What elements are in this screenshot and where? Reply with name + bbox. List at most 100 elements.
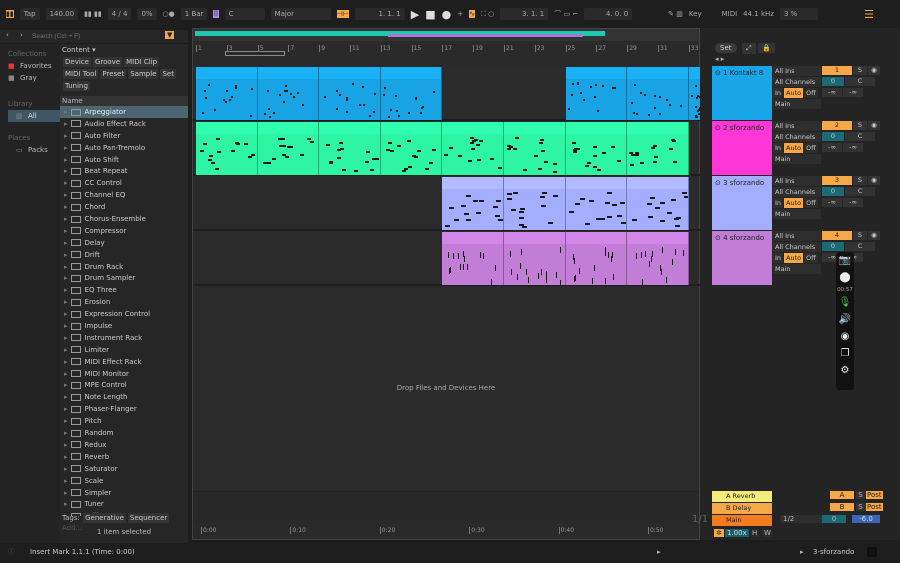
height-button[interactable]: H [750,529,760,537]
content-chip[interactable]: Device [63,57,91,67]
clip-header[interactable] [627,177,688,189]
loop-length-field[interactable]: 4. 0. 0 [584,8,633,20]
browser-item[interactable]: ▸ Arpeggiator [60,106,188,118]
clip-header[interactable] [196,67,257,79]
monitor-in[interactable]: In [773,88,784,98]
solo-button[interactable]: S [856,491,865,499]
browser-item[interactable]: ▸ Chorus-Ensemble [60,213,188,225]
track-name[interactable]: 1 Kontakt 8 [723,69,763,77]
expand-arrow-icon[interactable]: ▸ [64,132,68,140]
scale-select[interactable]: Major [270,8,331,20]
midi-clip[interactable] [196,122,258,175]
monitor-auto[interactable]: Auto [784,88,804,98]
clip-header[interactable] [380,122,442,134]
monitor-in[interactable]: In [773,253,784,263]
zoom-icon[interactable]: ✲ [714,529,724,537]
clip-header[interactable] [442,122,503,134]
expand-arrow-icon[interactable]: ▸ [64,393,68,401]
expand-arrow-icon[interactable]: ▸ [64,429,68,437]
clip-header[interactable] [627,122,688,134]
expand-arrow-icon[interactable]: ▸ [64,274,68,282]
back-icon[interactable]: ‹ [6,31,9,39]
expand-arrow-icon[interactable]: ▸ [64,370,68,378]
track-name[interactable]: 2 sforzando [723,124,764,132]
browser-item[interactable]: ▸ MPE Control [60,379,188,391]
output-select[interactable]: Main [773,209,821,219]
clip-header[interactable] [380,67,442,79]
nav-arrows-icon[interactable]: ◂ ▸ [715,55,724,63]
solo-button[interactable]: S [853,231,867,240]
expand-arrow-icon[interactable]: ▸ [64,334,68,342]
midi-clip[interactable] [565,177,628,230]
output-select[interactable]: Main [773,99,821,109]
browser-item[interactable]: ▸ Instrument Rack [60,332,188,344]
follow-icon[interactable]: ⊣⊢ [336,10,349,18]
solo-button[interactable]: S [853,66,867,75]
monitor-off[interactable]: Off [804,253,818,263]
midi-map-button[interactable]: MIDI [722,10,738,18]
library-item-all[interactable]: ▥ All [8,110,60,122]
expand-arrow-icon[interactable]: ▸ [64,120,68,128]
track-header-2[interactable]: ⊙ 2 sforzando [712,121,772,175]
input-type-select[interactable]: All Ins [773,231,821,241]
send-letter[interactable]: B [830,503,854,511]
return-track-b-delay[interactable]: B Delay [712,503,772,514]
main-volume[interactable]: -6.0 [852,515,880,523]
microphone-icon[interactable]: 🎙 [836,294,854,311]
browser-item[interactable]: ▸ Simpler [60,487,188,499]
track-lane[interactable] [193,232,701,286]
midi-clip[interactable] [627,232,689,285]
monitor-off[interactable]: Off [804,198,818,208]
filter-icon[interactable]: ▼ [165,31,175,39]
metronome-icon[interactable]: ○● [163,10,175,18]
monitor-in[interactable]: In [773,198,784,208]
content-chip[interactable]: MIDI Tool [63,69,99,79]
lock-icon[interactable]: 🔒 [758,43,775,53]
pan-field[interactable]: C [845,132,875,141]
expand-arrow-icon[interactable]: ▸ [64,263,68,271]
input-type-select[interactable]: All Ins [773,121,821,131]
monitor-auto[interactable]: Auto [784,253,804,263]
volume-field[interactable]: 0 [822,187,844,196]
menu-icon[interactable]: ☰ [864,8,874,21]
midi-clip[interactable] [196,67,258,120]
input-type-select[interactable]: All Ins [773,176,821,186]
clip-header[interactable] [442,177,503,189]
pan-field[interactable]: C [845,187,875,196]
browser-item[interactable]: ▸ Chord [60,201,188,213]
solo-button[interactable]: S [856,503,865,511]
track-activator[interactable]: 4 [822,231,852,240]
browser-item[interactable]: ▸ Impulse [60,320,188,332]
expand-arrow-icon[interactable]: ▸ [64,477,68,485]
midi-clip[interactable] [442,122,504,175]
loop-brace[interactable] [225,51,285,56]
loop-icon[interactable]: ⌒ ▭ ⌐ [554,9,578,19]
monitor-off[interactable]: Off [804,88,818,98]
time-signature[interactable]: 4 / 4 [107,8,132,20]
main-volume-zero[interactable]: 0 [822,515,846,523]
search-input[interactable] [32,31,152,41]
track-lane[interactable] [193,122,701,176]
expand-arrow-icon[interactable]: ▸ [64,322,68,330]
content-chip[interactable]: Groove [92,57,123,67]
clip-header[interactable] [565,67,627,79]
midi-clip[interactable] [504,177,566,230]
content-chip[interactable]: Preset [100,69,127,79]
arm-button[interactable]: ◉ [868,231,880,240]
expand-arrow-icon[interactable]: ▸ [64,203,68,211]
browser-item[interactable]: ▸ MIDI Effect Rack [60,356,188,368]
expand-arrow-icon[interactable]: ▸ [64,179,68,187]
midi-clip[interactable] [504,232,566,285]
settings-icon[interactable]: ⚙ [836,362,854,379]
monitor-off[interactable]: Off [804,143,818,153]
browser-item[interactable]: ▸ Audio Effect Rack [60,118,188,130]
content-chip[interactable]: MIDI Clip [124,57,160,67]
expand-arrow-icon[interactable]: ▸ [64,381,68,389]
track-activator[interactable]: 1 [822,66,852,75]
track-play-icon[interactable]: ▸ [800,548,804,556]
speaker-icon[interactable]: 🔊 [836,311,854,328]
browser-item[interactable]: ▸ Beat Repeat [60,165,188,177]
browser-item[interactable]: ▸ Limiter [60,344,188,356]
clip-header[interactable] [196,122,257,134]
browser-item[interactable]: ▸ Drum Rack [60,261,188,273]
